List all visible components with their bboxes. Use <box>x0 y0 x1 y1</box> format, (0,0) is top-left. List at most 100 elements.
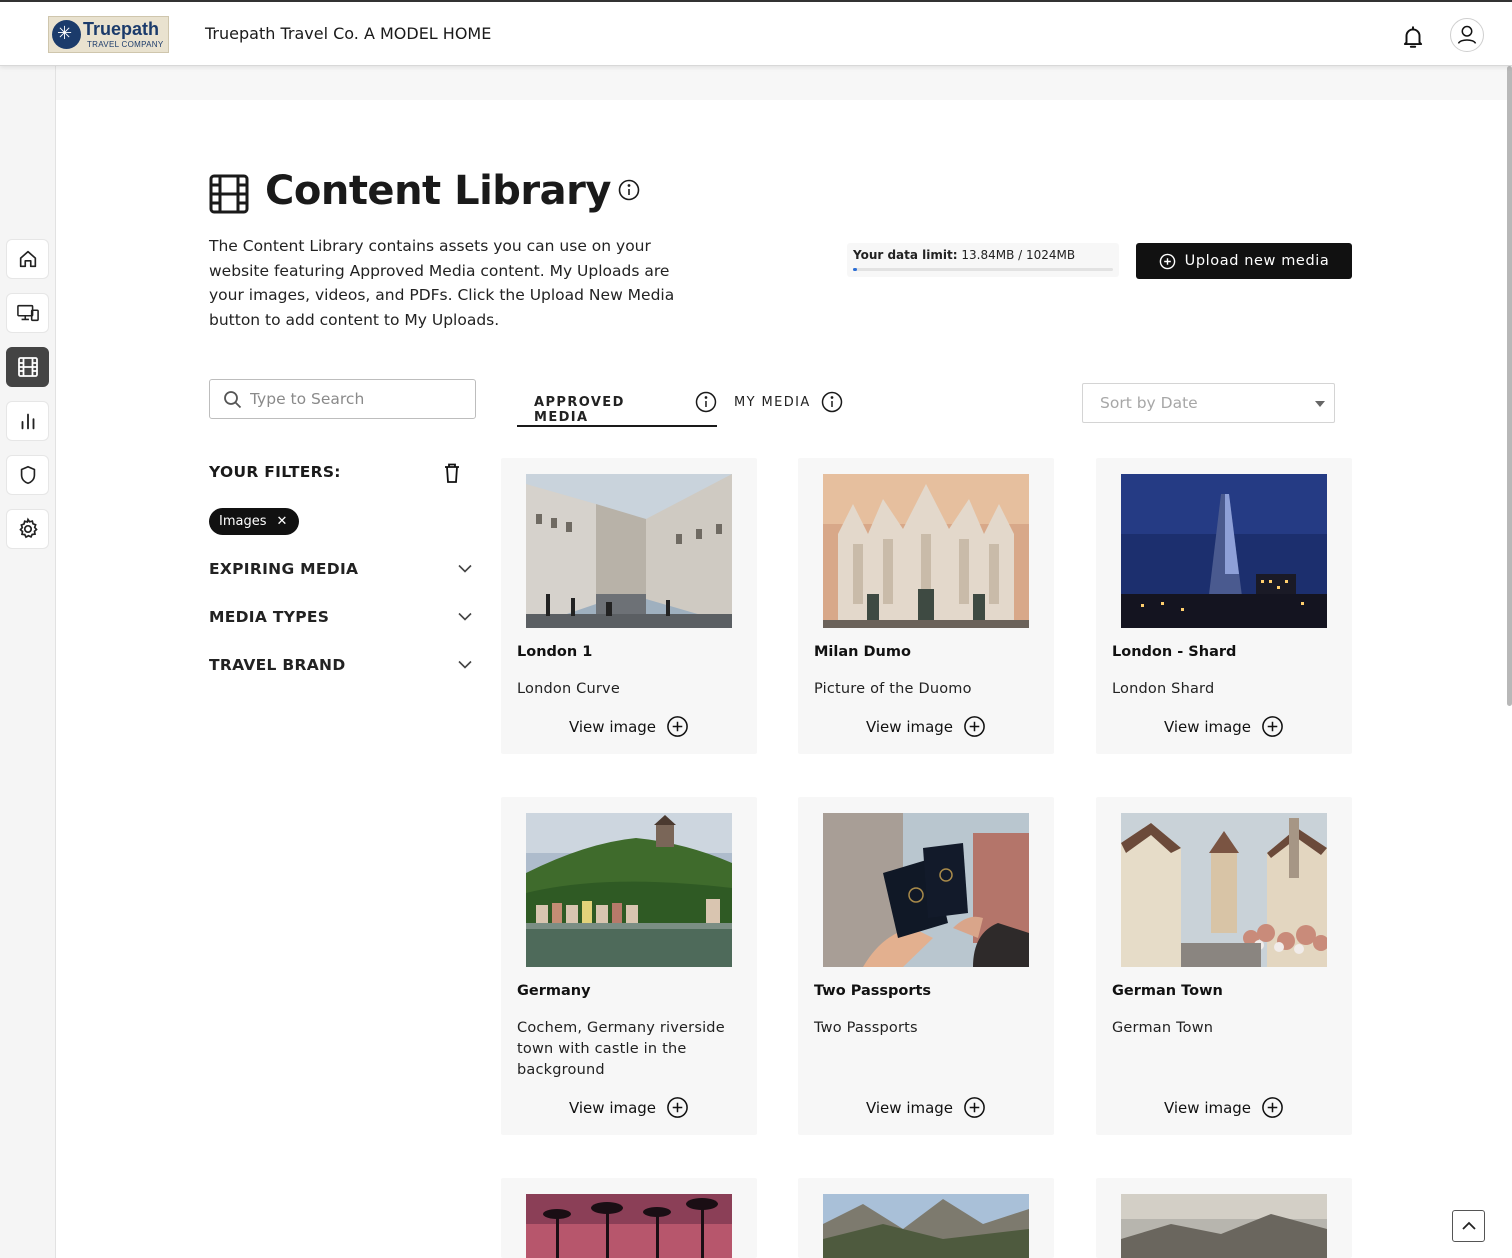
media-card-title: London 1 <box>517 644 593 660</box>
media-thumbnail[interactable] <box>823 1194 1029 1258</box>
view-image-button[interactable]: View image <box>501 715 757 738</box>
bell-icon[interactable] <box>1400 24 1426 50</box>
cochem-germany-image <box>526 813 732 967</box>
media-card-london-1[interactable]: London 1 London Curve View image <box>501 458 757 754</box>
media-card-partial[interactable] <box>1096 1178 1352 1258</box>
tab-label: APPROVED MEDIA <box>534 395 625 425</box>
sidebar-item-settings[interactable] <box>6 509 49 549</box>
data-limit-value: 13.84MB / 1024MB <box>961 248 1076 262</box>
view-image-label: View image <box>568 717 657 736</box>
sidebar-item-content-library[interactable] <box>6 347 49 387</box>
filters-heading: YOUR FILTERS: <box>209 463 341 481</box>
two-passports-image <box>823 813 1029 967</box>
view-image-label: View image <box>865 717 954 736</box>
media-card-description: Cochem, Germany riverside town with cast… <box>517 1020 725 1078</box>
media-card-london-shard[interactable]: London - Shard London Shard View image <box>1096 458 1352 754</box>
close-icon[interactable]: ✕ <box>277 514 288 529</box>
filter-chip-label: Images <box>219 514 267 529</box>
site-title: Truepath Travel Co. A MODEL HOME <box>205 24 492 43</box>
search-icon <box>224 391 242 409</box>
sidebar-item-analytics[interactable] <box>6 401 49 441</box>
tab-my-media[interactable]: MY MEDIA <box>734 388 843 427</box>
info-icon[interactable] <box>821 391 843 413</box>
media-thumbnail[interactable] <box>1121 1194 1327 1258</box>
back-to-top-button[interactable] <box>1452 1210 1485 1242</box>
view-image-button[interactable]: View image <box>1096 1096 1352 1119</box>
page-description: The Content Library contains assets you … <box>209 237 675 329</box>
search-input[interactable] <box>250 386 470 412</box>
upload-new-media-button[interactable]: Upload new media <box>1136 243 1352 279</box>
media-thumbnail[interactable] <box>526 1194 732 1258</box>
media-card-title: German Town <box>1112 983 1223 999</box>
tab-label: MY MEDIA <box>734 395 811 410</box>
page-scrollbar[interactable] <box>1507 66 1512 706</box>
plus-circle-icon <box>1262 1097 1283 1118</box>
info-icon[interactable] <box>695 391 717 413</box>
view-image-button[interactable]: View image <box>798 1096 1054 1119</box>
view-image-label: View image <box>865 1098 954 1117</box>
gear-icon <box>18 517 38 539</box>
plus-circle-icon <box>667 716 688 737</box>
sidebar-item-home[interactable] <box>6 239 49 279</box>
view-image-label: View image <box>568 1098 657 1117</box>
data-limit-text: Your data limit: 13.84MB / 1024MB <box>853 248 1075 262</box>
sidebar <box>0 66 56 1258</box>
view-image-button[interactable]: View image <box>501 1096 757 1119</box>
media-card-partial[interactable] <box>501 1178 757 1258</box>
data-limit-label: Your data limit: <box>853 248 958 262</box>
shield-icon <box>20 465 35 485</box>
plus-circle-icon <box>1262 716 1283 737</box>
media-thumbnail[interactable] <box>1121 474 1327 628</box>
media-thumbnail[interactable] <box>526 813 732 967</box>
media-card-title: Two Passports <box>814 983 932 999</box>
media-card-germany[interactable]: Germany Cochem, Germany riverside town w… <box>501 797 757 1135</box>
view-image-button[interactable]: View image <box>798 715 1054 738</box>
chevron-down-icon <box>458 564 472 573</box>
data-limit-progress-fill <box>853 268 857 271</box>
media-thumbnail[interactable] <box>823 813 1029 967</box>
media-card-milan-dumo[interactable]: Milan Dumo Picture of the Duomo View ima… <box>798 458 1054 754</box>
mountain-valley-image <box>823 1194 1029 1258</box>
view-image-button[interactable]: View image <box>1096 715 1352 738</box>
filter-section-label: EXPIRING MEDIA <box>209 560 359 578</box>
view-image-label: View image <box>1163 717 1252 736</box>
media-thumbnail[interactable] <box>823 474 1029 628</box>
chevron-up-icon <box>1461 1221 1476 1230</box>
palm-sunset-image <box>526 1194 732 1258</box>
filter-chip-images[interactable]: Images ✕ <box>209 508 300 535</box>
plus-circle-icon <box>964 1097 985 1118</box>
user-avatar-icon[interactable] <box>1450 18 1484 52</box>
media-card-german-town[interactable]: German Town German Town View image <box>1096 797 1352 1135</box>
london-street-image <box>526 474 732 628</box>
data-limit-progress <box>853 268 1113 271</box>
media-thumbnail[interactable] <box>526 474 732 628</box>
sort-select[interactable]: Sort by Date <box>1082 383 1335 423</box>
top-bar: Truepath TRAVEL COMPANY Truepath Travel … <box>0 0 1512 66</box>
chevron-down-icon <box>458 612 472 621</box>
plus-circle-icon <box>964 716 985 737</box>
logo-subtitle: TRAVEL COMPANY <box>87 40 164 49</box>
plus-circle-icon <box>1159 253 1175 269</box>
german-town-image <box>1121 813 1327 967</box>
page-title: Content Library <box>265 168 611 214</box>
filter-section-media-types[interactable]: MEDIA TYPES <box>209 606 474 630</box>
filter-section-label: TRAVEL BRAND <box>209 656 346 674</box>
media-thumbnail[interactable] <box>1121 813 1327 967</box>
view-image-label: View image <box>1163 1098 1252 1117</box>
plus-circle-icon <box>667 1097 688 1118</box>
media-card-two-passports[interactable]: Two Passports Two Passports View image <box>798 797 1054 1135</box>
sidebar-item-security[interactable] <box>6 455 49 495</box>
sidebar-item-devices[interactable] <box>6 293 49 333</box>
misty-mountain-image <box>1121 1194 1327 1258</box>
tab-approved-media[interactable]: APPROVED MEDIA <box>517 388 717 427</box>
trash-icon[interactable] <box>443 462 461 484</box>
media-card-title: Milan Dumo <box>814 644 911 660</box>
devices-icon <box>16 304 39 322</box>
info-icon[interactable] <box>618 179 640 201</box>
media-card-partial[interactable] <box>798 1178 1054 1258</box>
caret-down-icon <box>1315 401 1325 407</box>
filter-section-expiring-media[interactable]: EXPIRING MEDIA <box>209 558 474 582</box>
brand-logo[interactable]: Truepath TRAVEL COMPANY <box>48 16 169 53</box>
filter-section-travel-brand[interactable]: TRAVEL BRAND <box>209 654 474 678</box>
search-box[interactable] <box>209 379 476 419</box>
